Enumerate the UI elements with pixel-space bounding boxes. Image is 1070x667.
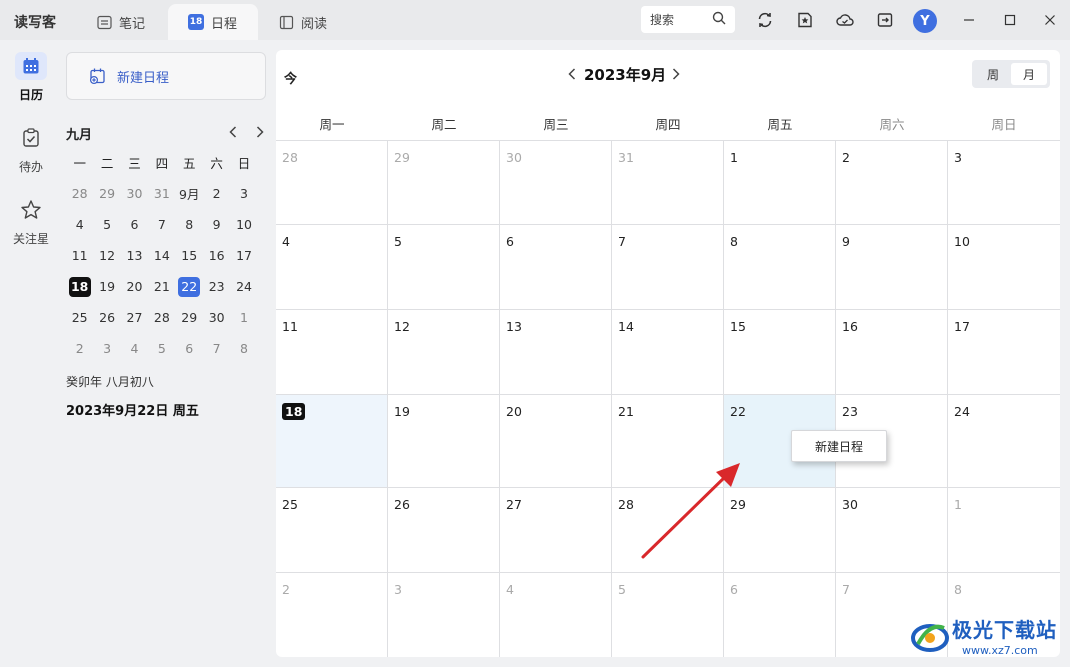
annotation-arrow xyxy=(641,463,740,559)
watermark-logo-icon xyxy=(911,624,949,652)
watermark: 极光下载站 www.xz7.com xyxy=(908,612,1064,662)
watermark-text: 极光下载站 xyxy=(952,618,1057,642)
watermark-url: www.xz7.com xyxy=(962,644,1038,657)
